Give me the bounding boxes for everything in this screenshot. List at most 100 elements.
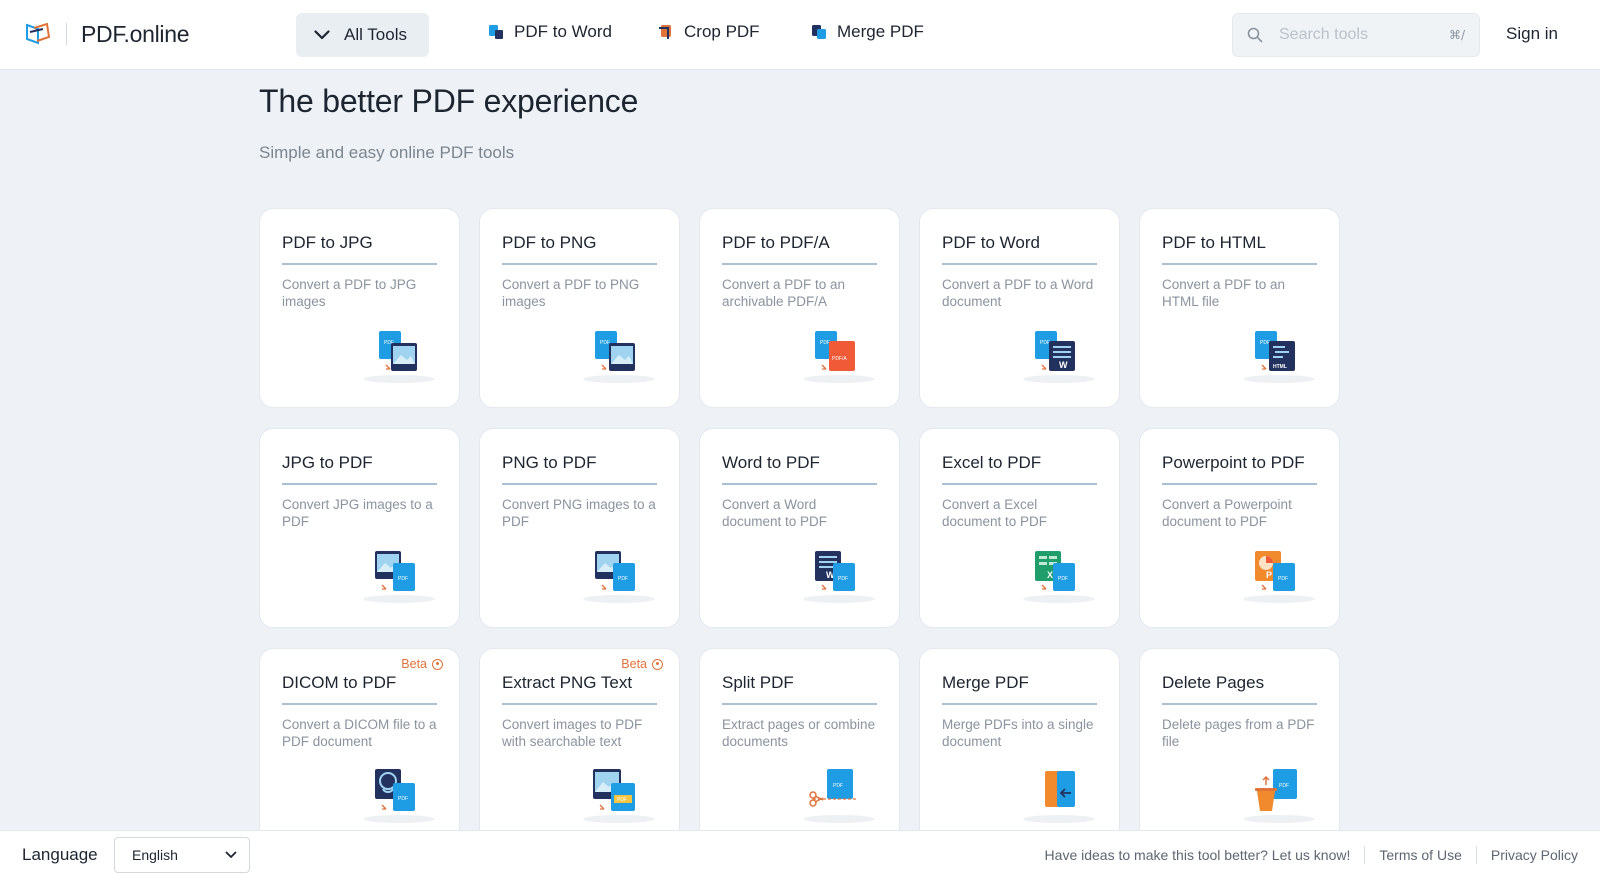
tool-card-desc: Extract pages or combine documents — [722, 717, 876, 749]
tool-card-dicom-to-pdf[interactable]: Beta DICOM to PDF Convert a DICOM file t… — [259, 648, 460, 848]
tool-card-desc: Convert a DICOM file to a PDF document — [282, 717, 437, 749]
delete-pages-icon: PDF — [1243, 769, 1315, 823]
tool-card-title: Delete Pages — [1162, 673, 1317, 705]
pdf-to-pdfa-icon: PDF PDF/A — [803, 331, 875, 383]
tool-card-desc: Convert images to PDF with searchable te… — [502, 717, 643, 749]
crop-pdf-icon — [659, 25, 671, 39]
logo-icon — [26, 22, 51, 45]
tool-card-title: Excel to PDF — [942, 453, 1097, 485]
svg-text:PDF/A: PDF/A — [832, 356, 847, 362]
language-label: Language — [22, 845, 98, 864]
tool-card-title: PDF to Word — [942, 233, 1097, 265]
nav-merge-pdf[interactable]: Merge PDF — [811, 22, 924, 42]
feedback-link[interactable]: Have ideas to make this tool better? Let… — [1045, 847, 1351, 863]
tool-card-excel-to-pdf[interactable]: Excel to PDF Convert a Excel document to… — [919, 428, 1120, 628]
tool-card-delete-pages[interactable]: Delete Pages Delete pages from a PDF fil… — [1139, 648, 1340, 848]
excel-to-pdf-icon: X PDF — [1023, 551, 1095, 603]
language-select[interactable]: English — [114, 837, 250, 873]
beta-badge-label: Beta — [621, 657, 647, 671]
tool-card-title: PDF to JPG — [282, 233, 437, 265]
svg-text:W: W — [1059, 360, 1068, 370]
nav-pdf-to-word[interactable]: PDF to Word — [488, 22, 612, 42]
image-to-pdf-icon: PDF — [583, 551, 655, 603]
footer-divider — [1364, 846, 1366, 864]
terms-of-use-link[interactable]: Terms of Use — [1379, 847, 1461, 863]
beta-badge: Beta — [621, 657, 663, 671]
info-icon — [652, 658, 663, 670]
search-input[interactable] — [1279, 26, 1429, 44]
nav-crop-pdf-label: Crop PDF — [684, 22, 760, 41]
merge-pdf-icon — [1023, 771, 1095, 823]
pdf-to-word-icon — [489, 25, 503, 39]
pdf-to-html-icon: PDF HTML — [1243, 331, 1315, 383]
svg-text:PDF: PDF — [820, 340, 830, 346]
tool-card-merge-pdf[interactable]: Merge PDF Merge PDFs into a single docum… — [919, 648, 1120, 848]
dicom-to-pdf-icon: PDF — [363, 769, 435, 823]
page-title: The better PDF experience — [259, 83, 639, 119]
image-to-pdf-icon: PDF — [363, 551, 435, 603]
tool-card-title: JPG to PDF — [282, 453, 437, 485]
tools-grid: PDF to JPG Convert a PDF to JPG images P… — [259, 208, 1342, 848]
tool-card-word-to-pdf[interactable]: Word to PDF Convert a Word document to P… — [699, 428, 900, 628]
all-tools-button[interactable]: All Tools — [296, 13, 429, 57]
tool-card-pdf-to-html[interactable]: PDF to HTML Convert a PDF to an HTML fil… — [1139, 208, 1340, 408]
svg-text:PDF: PDF — [1058, 576, 1068, 582]
search-shortcut: ⌘/ — [1448, 28, 1465, 42]
logo[interactable]: PDF.online — [24, 20, 190, 48]
chevron-down-icon — [314, 30, 330, 40]
svg-text:PDF: PDF — [1260, 340, 1270, 346]
tool-card-png-to-pdf[interactable]: PNG to PDF Convert PNG images to a PDF P… — [479, 428, 680, 628]
tool-card-desc: Convert a PDF to a Word document — [942, 277, 1094, 309]
tool-card-title: PDF to PNG — [502, 233, 657, 265]
nav-crop-pdf[interactable]: Crop PDF — [658, 22, 760, 42]
word-to-pdf-icon: W PDF — [803, 551, 875, 603]
tool-card-desc: Convert a PDF to JPG images — [282, 277, 417, 309]
svg-text:PDF: PDF — [838, 576, 848, 582]
beta-badge: Beta — [401, 657, 443, 671]
search-icon — [1247, 27, 1263, 43]
svg-text:X: X — [1047, 570, 1053, 580]
chevron-down-icon — [225, 851, 237, 858]
svg-text:P: P — [1266, 570, 1272, 580]
tool-card-split-pdf[interactable]: Split PDF Extract pages or combine docum… — [699, 648, 900, 848]
split-pdf-icon: PDF — [803, 769, 875, 823]
pdf-to-word-icon: PDF W — [1023, 331, 1095, 383]
tool-card-pdf-to-pdfa[interactable]: PDF to PDF/A Convert a PDF to an archiva… — [699, 208, 900, 408]
tool-card-pdf-to-word[interactable]: PDF to Word Convert a PDF to a Word docu… — [919, 208, 1120, 408]
svg-text:PDF: PDF — [1279, 783, 1289, 789]
svg-text:PDF: PDF — [618, 576, 628, 582]
tool-card-title: PDF to PDF/A — [722, 233, 877, 265]
merge-pdf-icon — [812, 25, 826, 39]
svg-text:PDF: PDF — [1278, 576, 1288, 582]
tool-card-desc: Convert PNG images to a PDF — [502, 497, 656, 529]
search-box[interactable]: ⌘/ — [1232, 13, 1480, 57]
privacy-policy-link[interactable]: Privacy Policy — [1491, 847, 1578, 863]
tool-card-pdf-to-jpg[interactable]: PDF to JPG Convert a PDF to JPG images P… — [259, 208, 460, 408]
tool-card-desc: Convert a PDF to an HTML file — [1162, 277, 1286, 309]
top-header: PDF.online All Tools PDF to Word Crop PD… — [0, 0, 1600, 70]
tool-card-title: Extract PNG Text — [502, 673, 657, 705]
sign-in-link[interactable]: Sign in — [1506, 24, 1558, 44]
tool-card-desc: Delete pages from a PDF file — [1162, 717, 1315, 749]
footer-bar: Language English Have ideas to make this… — [0, 830, 1600, 874]
svg-text:PDF: PDF — [600, 340, 610, 346]
tool-card-title: PDF to HTML — [1162, 233, 1317, 265]
language-select-value: English — [132, 847, 178, 863]
svg-text:PDF: PDF — [1040, 340, 1050, 346]
svg-text:PDF: PDF — [617, 797, 627, 803]
tool-card-desc: Convert JPG images to a PDF — [282, 497, 433, 529]
nav-merge-pdf-label: Merge PDF — [837, 22, 924, 41]
footer-links: Have ideas to make this tool better? Let… — [1045, 846, 1578, 864]
logo-text: PDF.online — [81, 20, 190, 47]
tool-card-desc: Convert a Word document to PDF — [722, 497, 828, 529]
beta-badge-label: Beta — [401, 657, 427, 671]
tool-card-extract-png-text[interactable]: Beta Extract PNG Text Convert images to … — [479, 648, 680, 848]
tool-card-powerpoint-to-pdf[interactable]: Powerpoint to PDF Convert a Powerpoint d… — [1139, 428, 1340, 628]
tool-card-jpg-to-pdf[interactable]: JPG to PDF Convert JPG images to a PDF P… — [259, 428, 460, 628]
tool-card-title: PNG to PDF — [502, 453, 657, 485]
pdf-to-image-icon: PDF — [583, 331, 655, 383]
tool-card-pdf-to-png[interactable]: PDF to PNG Convert a PDF to PNG images P… — [479, 208, 680, 408]
tool-card-title: Split PDF — [722, 673, 877, 705]
powerpoint-to-pdf-icon: P PDF — [1243, 551, 1315, 603]
extract-text-icon: PDF — [583, 769, 655, 823]
